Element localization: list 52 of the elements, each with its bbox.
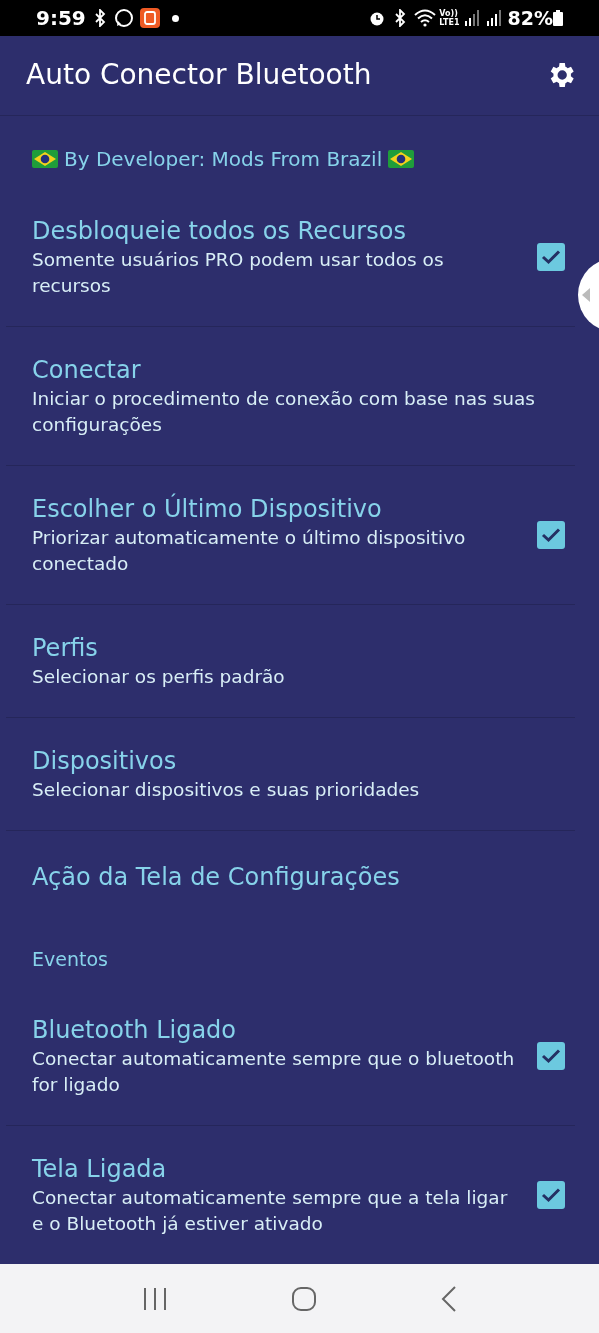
preference-row[interactable]: Tela Ligada Conectar automaticamente sempre que a tela ligar e o Bluetooth já estiver ativado	[6, 1126, 575, 1265]
preference-summary: Somente usuários PRO podem usar todos os recursos	[32, 247, 445, 298]
preference-row[interactable]: Conectar Iniciar o procedimento de conexão com base nas suas configurações	[6, 326, 575, 466]
back-icon[interactable]	[441, 1285, 458, 1312]
preference-row[interactable]: Escolher o Último Dispositivo Priorizar automaticamente o último dispositivo conectado	[6, 465, 575, 605]
preference-row[interactable]: Bluetooth Ligado Conectar automaticamente sempre que o bluetooth for ligado	[6, 987, 575, 1127]
preference-title: Conectar	[32, 354, 142, 386]
preference-title: Tela Ligada	[32, 1154, 168, 1186]
preference-row[interactable]: Dispositivos Selecionar dispositivos e suas prioridades	[6, 717, 575, 831]
preference-title: Perfis	[32, 632, 99, 664]
checkmark-icon	[541, 1048, 561, 1065]
preference-title: Escolher o Último Dispositivo	[32, 492, 383, 525]
chat-bubble-icon	[113, 8, 134, 29]
checkmark-icon	[541, 526, 561, 543]
checkbox[interactable]	[537, 520, 565, 549]
wifi-icon	[414, 9, 437, 28]
preference-summary: Conectar automaticamente sempre que a tela ligar e o Bluetooth já estiver ativado	[32, 1186, 509, 1237]
recent-apps-icon[interactable]	[141, 1286, 168, 1311]
preference-row[interactable]: Ação da Tela de Configurações	[6, 830, 575, 923]
bluetooth-icon	[93, 9, 106, 28]
category-header: Eventos	[32, 947, 108, 970]
flag-icon	[388, 149, 415, 168]
developer-credit: By Developer: Mods From Brazil	[64, 145, 383, 173]
preference-summary: Priorizar automaticamente o último dispositivo conectado	[32, 525, 467, 576]
signal-icon	[485, 10, 502, 27]
bluetooth-icon	[394, 9, 407, 28]
battery-percent: 82%	[507, 5, 553, 31]
checkmark-icon	[541, 1187, 561, 1204]
preference-summary: Conectar automaticamente sempre que o bluetooth for ligado	[32, 1047, 516, 1098]
volte-indicator: Vo)) LTE1	[439, 9, 460, 28]
preference-summary: Selecionar os perfis padrão	[32, 664, 286, 689]
checkbox[interactable]	[537, 1042, 565, 1071]
preference-row[interactable]: Perfis Selecionar os perfis padrão	[6, 604, 575, 718]
preference-title: Dispositivos	[32, 745, 178, 777]
preference-title: Desbloqueie todos os Recursos	[32, 215, 407, 247]
preference-row[interactable]: Desbloqueie todos os Recursos Somente usuários PRO podem usar todos os recursos	[6, 187, 575, 327]
preference-title: Ação da Tela de Configurações	[32, 861, 401, 893]
checkmark-icon	[541, 248, 561, 265]
preference-title: Bluetooth Ligado	[32, 1015, 238, 1047]
triangle-icon	[582, 288, 590, 302]
preference-summary: Selecionar dispositivos e suas prioridades	[32, 777, 421, 802]
app-title: Auto Conector Bluetooth	[26, 57, 373, 94]
clock: 9:59	[36, 5, 86, 33]
app-icon	[139, 8, 160, 29]
flag-icon	[32, 149, 58, 168]
checkbox[interactable]	[537, 242, 565, 271]
checkbox[interactable]	[537, 1181, 565, 1210]
battery-icon	[553, 10, 563, 27]
dot-icon	[171, 14, 179, 22]
preference-summary: Iniciar o procedimento de conexão com base nas suas configurações	[32, 386, 536, 437]
signal-icon	[463, 10, 480, 27]
home-icon[interactable]	[291, 1285, 318, 1312]
